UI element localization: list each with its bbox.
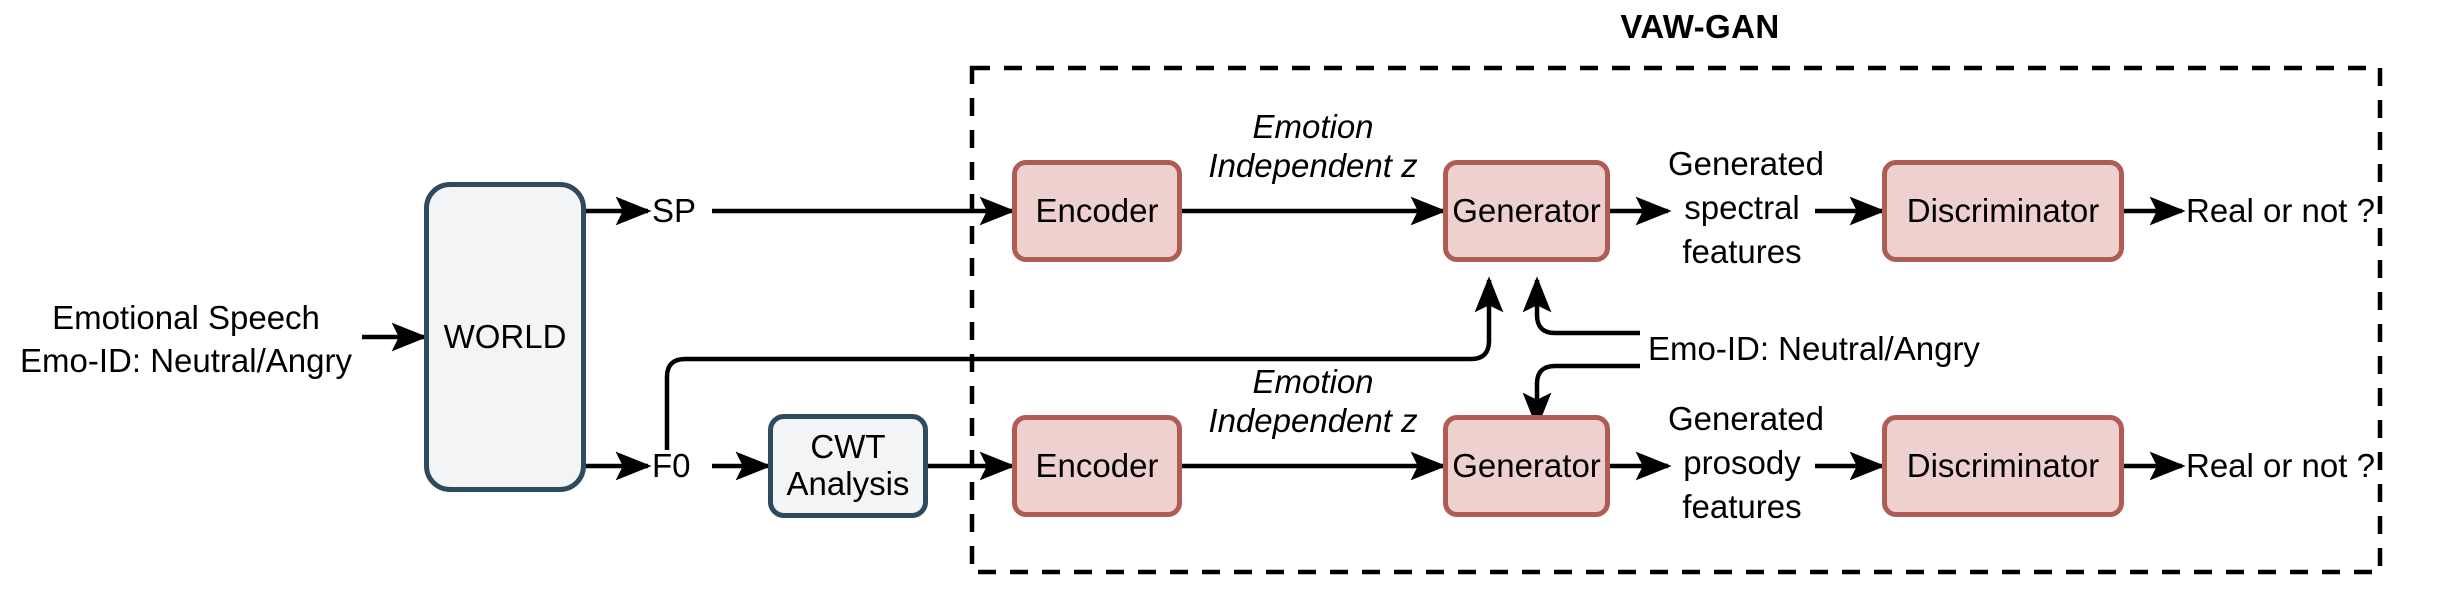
wire-emoid-to-generator-sp [1522, 276, 1640, 336]
generated-spectral-line3: features [1682, 233, 1802, 270]
decision-prosody: Real or not ? [2186, 447, 2375, 484]
diagram-canvas: VAW-GAN Emotional Speech Emo-ID: Neutral… [0, 0, 2458, 594]
emo-id-conditioning-label: Emo-ID: Neutral/Angry [1648, 330, 1980, 367]
generator-spectral-label: Generator [1452, 191, 1601, 229]
input-source-line2: Emo-ID: Neutral/Angry [20, 342, 352, 379]
vawgan-title: VAW-GAN [1620, 8, 1780, 45]
cwt-analysis-label-line1: CWT [810, 428, 886, 466]
world-module-label: WORLD [443, 317, 567, 355]
discriminator-spectral[interactable]: Discriminator [1882, 160, 2124, 262]
generator-prosody-label: Generator [1452, 446, 1601, 484]
latent-prosody-line2: Independent z [1208, 402, 1418, 439]
cwt-analysis-module[interactable]: CWT Analysis [768, 414, 928, 518]
latent-spectral-line1: Emotion [1252, 108, 1374, 145]
discriminator-spectral-label: Discriminator [1906, 191, 2100, 229]
decision-spectral: Real or not ? [2186, 192, 2375, 229]
latent-prosody-line1: Emotion [1252, 363, 1374, 400]
input-source-line1: Emotional Speech [52, 299, 320, 336]
f0-label: F0 [652, 447, 691, 484]
generated-prosody-line2: prosody [1683, 444, 1801, 481]
discriminator-prosody-label: Discriminator [1906, 446, 2100, 484]
latent-spectral-line2: Independent z [1208, 147, 1418, 184]
encoder-prosody[interactable]: Encoder [1012, 415, 1182, 517]
world-module[interactable]: WORLD [424, 182, 586, 492]
generated-prosody-line3: features [1682, 488, 1802, 525]
generated-spectral-line2: spectral [1684, 189, 1800, 226]
encoder-prosody-label: Encoder [1035, 446, 1159, 484]
sp-label: SP [652, 192, 697, 229]
discriminator-prosody[interactable]: Discriminator [1882, 415, 2124, 517]
generated-prosody-line1: Generated [1668, 400, 1824, 437]
generated-spectral-line1: Generated [1668, 145, 1824, 182]
generator-prosody[interactable]: Generator [1443, 415, 1610, 517]
cwt-analysis-label-line2: Analysis [786, 465, 910, 502]
generator-spectral[interactable]: Generator [1443, 160, 1610, 262]
encoder-spectral-label: Encoder [1035, 191, 1159, 229]
encoder-spectral[interactable]: Encoder [1012, 160, 1182, 262]
